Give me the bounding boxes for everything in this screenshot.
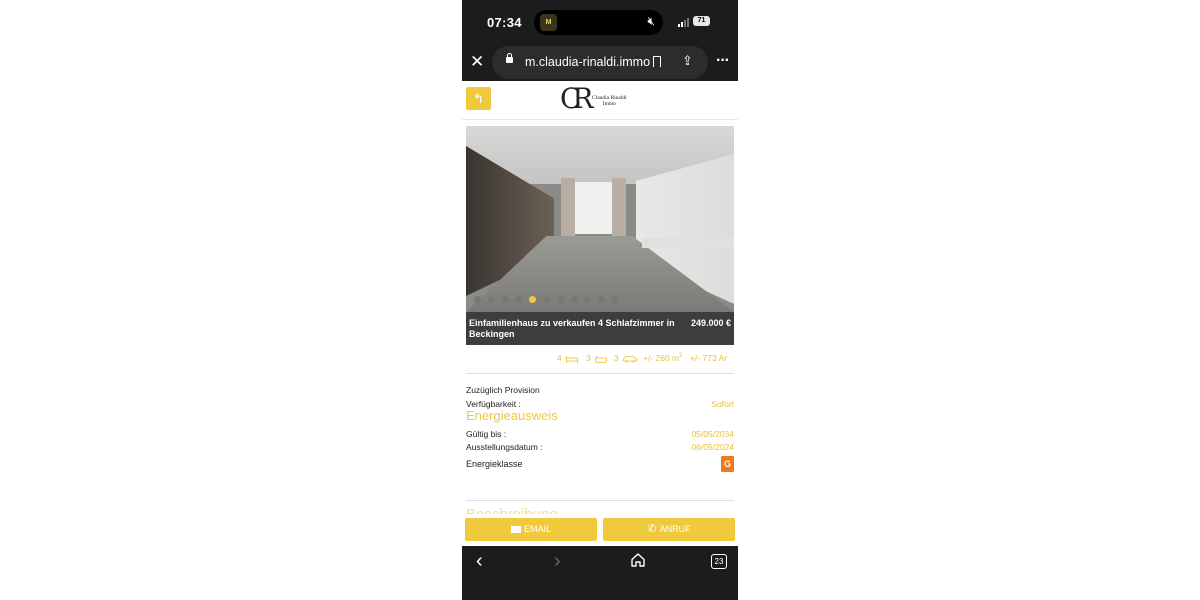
issue-date-value: 06/05/2024	[691, 442, 734, 452]
gallery-dot[interactable]	[598, 296, 606, 303]
home-icon[interactable]	[630, 552, 646, 568]
status-bar: 07:34 M 🔇︎ 71	[462, 0, 738, 44]
app-badge-icon: M	[540, 14, 557, 31]
forward-nav-icon[interactable]: ›	[554, 550, 561, 573]
logo-name-line2: Immo	[602, 101, 616, 107]
gallery-dot[interactable]	[529, 296, 537, 303]
share-icon[interactable]: ⇪	[682, 53, 693, 69]
gallery-dots[interactable]	[466, 296, 734, 304]
listing-photo[interactable]	[466, 126, 734, 312]
details-divider	[466, 500, 734, 501]
parking-feature: 3	[614, 353, 638, 363]
valid-until-label: Gültig bis :	[466, 429, 507, 439]
lock-icon	[506, 53, 513, 63]
tabs-icon[interactable]: 23	[711, 554, 727, 569]
address-field[interactable]: m.claudia-rinaldi.immo ⇪	[492, 46, 708, 79]
site-logo[interactable]: CR Claudia Rinaldi Immo	[560, 82, 640, 118]
listing-title: Einfamilienhaus zu verkaufen 4 Schlafzim…	[469, 318, 675, 339]
browser-toolbar: ‹ › 23	[462, 546, 738, 600]
gallery-dot[interactable]	[556, 296, 564, 303]
gallery-dot[interactable]	[515, 296, 523, 303]
contact-actions: EMAIL ✆ ANRUF	[462, 514, 738, 546]
gallery-dot[interactable]	[487, 296, 495, 303]
more-icon[interactable]: ···	[716, 52, 730, 70]
valid-until-value: 05/05/2034	[691, 429, 734, 439]
call-button[interactable]: ✆ ANRUF	[603, 518, 735, 541]
mail-icon	[510, 526, 521, 534]
header-divider	[462, 119, 738, 120]
bedrooms-count: 4	[557, 353, 562, 363]
features-row: 4 3 3 +/- 260 m2 +/- 773 Ar	[462, 353, 734, 367]
car-icon	[623, 355, 638, 363]
battery-icon: 71	[693, 16, 710, 26]
listing-caption: Einfamilienhaus zu verkaufen 4 Schlafzim…	[466, 312, 734, 345]
energy-class-badge: G	[721, 456, 734, 472]
bathrooms-count: 3	[586, 353, 591, 363]
gallery-dot[interactable]	[543, 296, 550, 303]
living-area-feature: +/- 260 m2	[643, 353, 683, 363]
energy-class-label: Energieklasse	[466, 459, 523, 469]
bed-icon	[566, 355, 579, 363]
dynamic-island: M 🔇︎	[534, 10, 663, 35]
url-text: m.claudia-rinaldi.immo	[525, 55, 651, 69]
undo-arrow-icon: ↰	[473, 91, 484, 106]
back-button[interactable]: ↰	[466, 87, 491, 110]
gallery-dot[interactable]	[570, 296, 578, 303]
bathrooms-feature: 3	[586, 353, 608, 363]
living-area-value: +/- 260 m	[643, 353, 680, 363]
land-area-value: +/- 773 Ar	[690, 353, 728, 363]
mute-icon: 🔇︎	[647, 14, 655, 28]
listing-price: 249.000 €	[690, 318, 731, 328]
issue-date-label: Ausstellungsdatum :	[466, 442, 543, 452]
bathtub-icon	[595, 355, 608, 363]
energy-section-title: Energieausweis	[466, 408, 558, 423]
email-button-label: EMAIL	[523, 524, 551, 534]
features-divider	[466, 373, 734, 374]
logo-mark: CR	[560, 82, 593, 115]
phone-screen: 07:34 M 🔇︎ 71 ✕ m.claudia-rinaldi.immo ⇪…	[462, 0, 738, 600]
gallery-dot[interactable]	[584, 296, 592, 303]
gallery-dot[interactable]	[501, 296, 509, 303]
signal-icon	[678, 17, 691, 27]
call-button-label: ANRUF	[659, 524, 691, 534]
commission-text: Zuzüglich Provision	[466, 385, 540, 395]
status-time: 07:34	[487, 15, 522, 30]
land-area-feature: +/- 773 Ar	[690, 353, 727, 363]
logo-name: Claudia Rinaldi Immo	[592, 95, 627, 107]
gallery-dot[interactable]	[612, 296, 619, 303]
email-button[interactable]: EMAIL	[465, 518, 597, 541]
phone-icon: ✆	[647, 523, 657, 536]
back-nav-icon[interactable]: ‹	[476, 550, 483, 573]
bookmark-icon[interactable]	[653, 56, 661, 67]
close-icon[interactable]: ✕	[470, 52, 484, 72]
living-area-sup: 2	[679, 353, 683, 360]
parking-count: 3	[614, 353, 619, 363]
bedrooms-feature: 4	[557, 353, 579, 363]
browser-url-bar: ✕ m.claudia-rinaldi.immo ⇪ ···	[462, 44, 738, 81]
availability-value: Sofort	[711, 399, 734, 409]
gallery-dot[interactable]	[474, 296, 481, 303]
